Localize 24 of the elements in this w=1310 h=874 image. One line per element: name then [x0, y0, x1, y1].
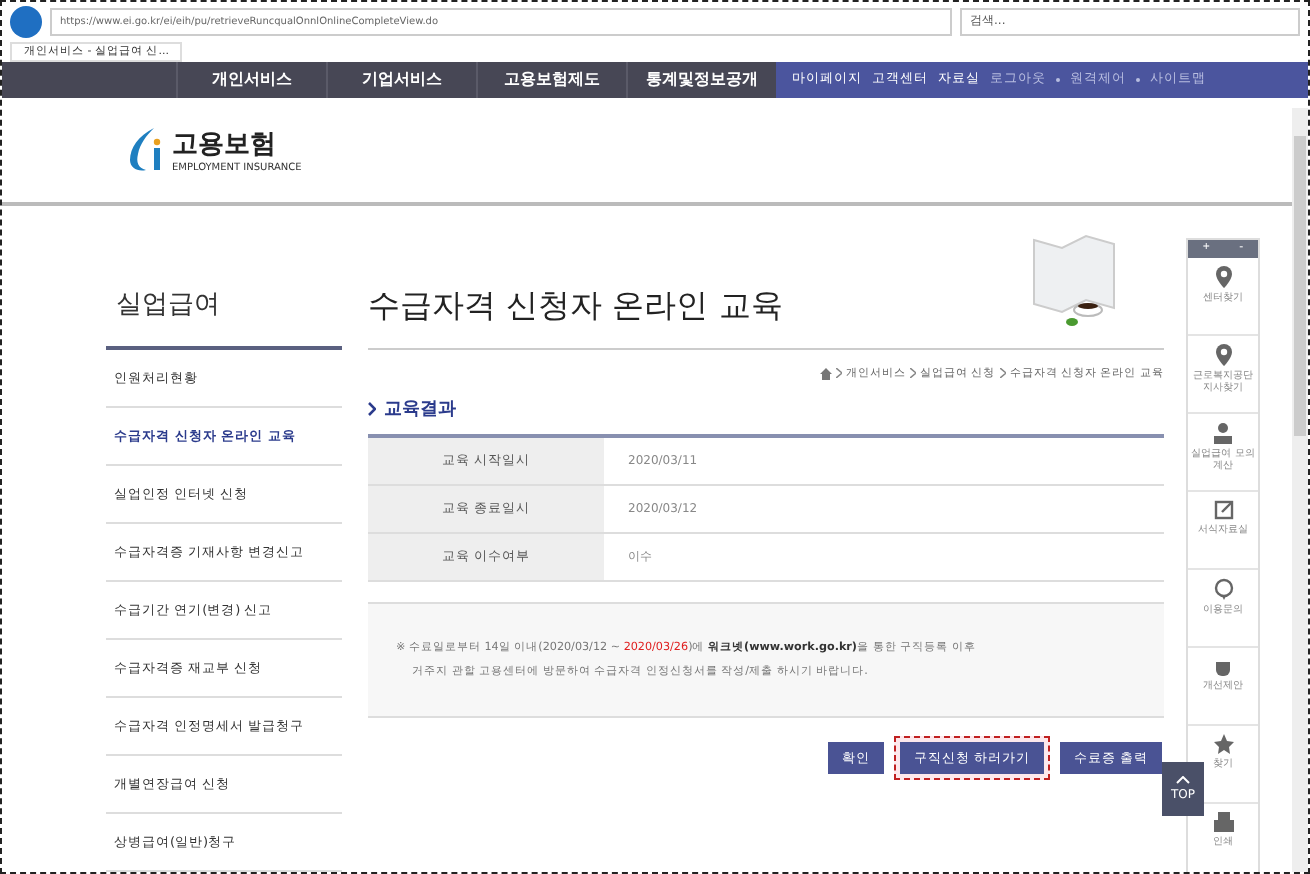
page-title: 수급자격 신청자 온라인 교육 — [368, 286, 1164, 350]
chevron-icon — [999, 368, 1006, 378]
printer-icon — [1213, 812, 1233, 832]
logo-icon — [126, 127, 166, 172]
caret-up-icon — [1176, 776, 1190, 784]
logo-title: 고용보험 — [172, 127, 278, 162]
chevron-icon — [368, 402, 376, 416]
chat-icon — [1213, 578, 1233, 600]
nav-item[interactable]: 개인서비스 — [176, 61, 326, 98]
nav-item[interactable]: 고용보험제도 — [476, 61, 626, 98]
pin-icon — [1215, 266, 1231, 288]
sidebar-title: 실업급여 — [106, 286, 342, 350]
back-button[interactable] — [10, 5, 42, 38]
section-heading: 교육결과 — [384, 398, 456, 422]
nav-item[interactable]: 기업서비스 — [326, 61, 476, 98]
home-icon[interactable] — [820, 367, 832, 379]
cup-icon — [1213, 656, 1233, 676]
edit-icon — [1213, 500, 1233, 520]
scrollbar[interactable] — [1292, 108, 1308, 872]
pin-icon — [1215, 344, 1231, 366]
person-icon — [1214, 422, 1232, 444]
chevron-icon — [836, 368, 842, 378]
star-icon — [1213, 734, 1233, 754]
chevron-icon — [910, 368, 916, 378]
